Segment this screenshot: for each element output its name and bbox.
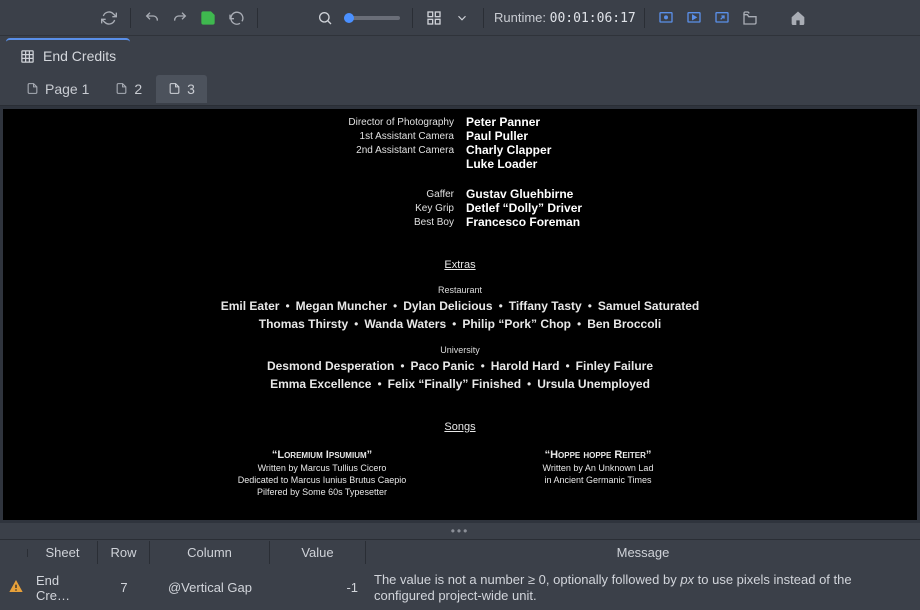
page-tab-label: 2 [134,81,142,97]
crew-role: 2nd Assistant Camera [3,143,454,157]
crew-role: Best Boy [3,215,454,229]
refresh-icon[interactable] [96,5,122,31]
page-tabs: Page 1 2 3 [0,72,920,106]
page-tab-1[interactable]: Page 1 [14,75,101,103]
popout-icon[interactable] [709,5,735,31]
page-tab-3[interactable]: 3 [156,75,207,103]
page-tab-2[interactable]: 2 [103,75,154,103]
runtime-value: 00:01:06:17 [550,11,636,26]
song-title: “Hoppe hoppe Reiter” [488,449,708,461]
extras-line: Thomas Thirsty•Wanda Waters•Philip “Pork… [3,317,917,331]
page-icon [26,82,39,95]
song-line: Written by Marcus Tullius Cicero [212,463,432,473]
tab-end-credits[interactable]: End Credits [6,38,130,72]
crew-role: 1st Assistant Camera [3,129,454,143]
toolbar-group-layout [421,5,475,31]
undo-icon[interactable] [139,5,165,31]
document-tabs: End Credits [0,36,920,72]
crew-name: Francesco Foreman [466,215,917,229]
songs-heading: Songs [3,421,917,433]
cell-column: @Vertical Gap [150,574,270,601]
problems-header-row: Sheet Row Column Value Message [0,540,920,566]
grid-icon[interactable] [421,5,447,31]
extras-line: Emil Eater•Megan Muncher•Dylan Delicious… [3,299,917,313]
search-icon[interactable] [312,5,338,31]
toolbar: Runtime: 00:01:06:17 [0,0,920,36]
revert-icon[interactable] [223,5,249,31]
chevron-down-icon[interactable] [449,5,475,31]
problems-panel: Sheet Row Column Value Message End Cre… … [0,539,920,610]
cell-sheet: End Cre… [28,567,98,609]
folder-open-icon[interactable] [737,5,763,31]
table-row[interactable]: End Cre… 7 @Vertical Gap -1 The value is… [0,566,920,610]
crew-name: Detlef “Dolly” Driver [466,201,917,215]
crew-role [3,157,454,171]
extras-subheader: University [3,345,917,355]
toolbar-group-zoom [312,5,404,31]
preview-area: Director of Photography Peter Panner 1st A… [0,106,920,523]
cell-message: The value is not a number ≥ 0, optionall… [366,566,920,610]
col-message[interactable]: Message [366,541,920,564]
warning-icon [8,578,24,594]
extras-heading: Extras [3,259,917,271]
col-value[interactable]: Value [270,541,366,564]
runtime-label: Runtime: [494,10,546,25]
zoom-slider[interactable] [344,16,400,20]
page-icon [115,82,128,95]
credits-canvas[interactable]: Director of Photography Peter Panner 1st A… [3,109,917,520]
grip-icon: ••• [451,524,470,538]
cell-row: 7 [98,574,150,601]
song-line: Pilfered by Some 60s Typesetter [212,487,432,497]
crew-name: Peter Panner [466,115,917,129]
toolbar-group-window [653,5,763,31]
page-tab-label: Page 1 [45,81,89,97]
tab-label: End Credits [43,48,116,64]
song-line: Dedicated to Marcus Iunius Brutus Caepio [212,475,432,485]
screen-fit-icon[interactable] [653,5,679,31]
page-tab-label: 3 [187,81,195,97]
crew-name: Charly Clapper [466,143,917,157]
crew-role: Key Grip [3,201,454,215]
song-line: Written by An Unknown Lad [488,463,708,473]
save-icon[interactable] [195,5,221,31]
extras-line: Desmond Desperation•Paco Panic•Harold Ha… [3,359,917,373]
crew-name: Luke Loader [466,157,917,171]
crew-name: Gustav Gluehbirne [466,187,917,201]
songs-row: “Loremium Ipsumium” Written by Marcus Tul… [3,449,917,497]
toolbar-group-file [96,5,122,31]
song-block: “Hoppe hoppe Reiter” Written by An Unknow… [488,449,708,497]
redo-icon[interactable] [167,5,193,31]
col-column[interactable]: Column [150,541,270,564]
extras-subheader: Restaurant [3,285,917,295]
col-row[interactable]: Row [98,541,150,564]
play-window-icon[interactable] [681,5,707,31]
crew-role: Director of Photography [3,115,454,129]
runtime-display: Runtime: 00:01:06:17 [494,10,636,26]
crew-role: Gaffer [3,187,454,201]
extras-line: Emma Excellence•Felix “Finally” Finished… [3,377,917,391]
crew-name: Paul Puller [466,129,917,143]
toolbar-group-history [139,5,249,31]
home-icon[interactable] [785,5,811,31]
spreadsheet-icon [20,49,35,64]
crew-credits: Director of Photography Peter Panner 1st A… [3,115,917,229]
panel-resize-handle[interactable]: ••• [0,523,920,539]
song-block: “Loremium Ipsumium” Written by Marcus Tul… [212,449,432,497]
col-sheet[interactable]: Sheet [28,541,98,564]
page-icon [168,82,181,95]
song-title: “Loremium Ipsumium” [212,449,432,461]
cell-value: -1 [270,574,366,601]
song-line: in Ancient Germanic Times [488,475,708,485]
